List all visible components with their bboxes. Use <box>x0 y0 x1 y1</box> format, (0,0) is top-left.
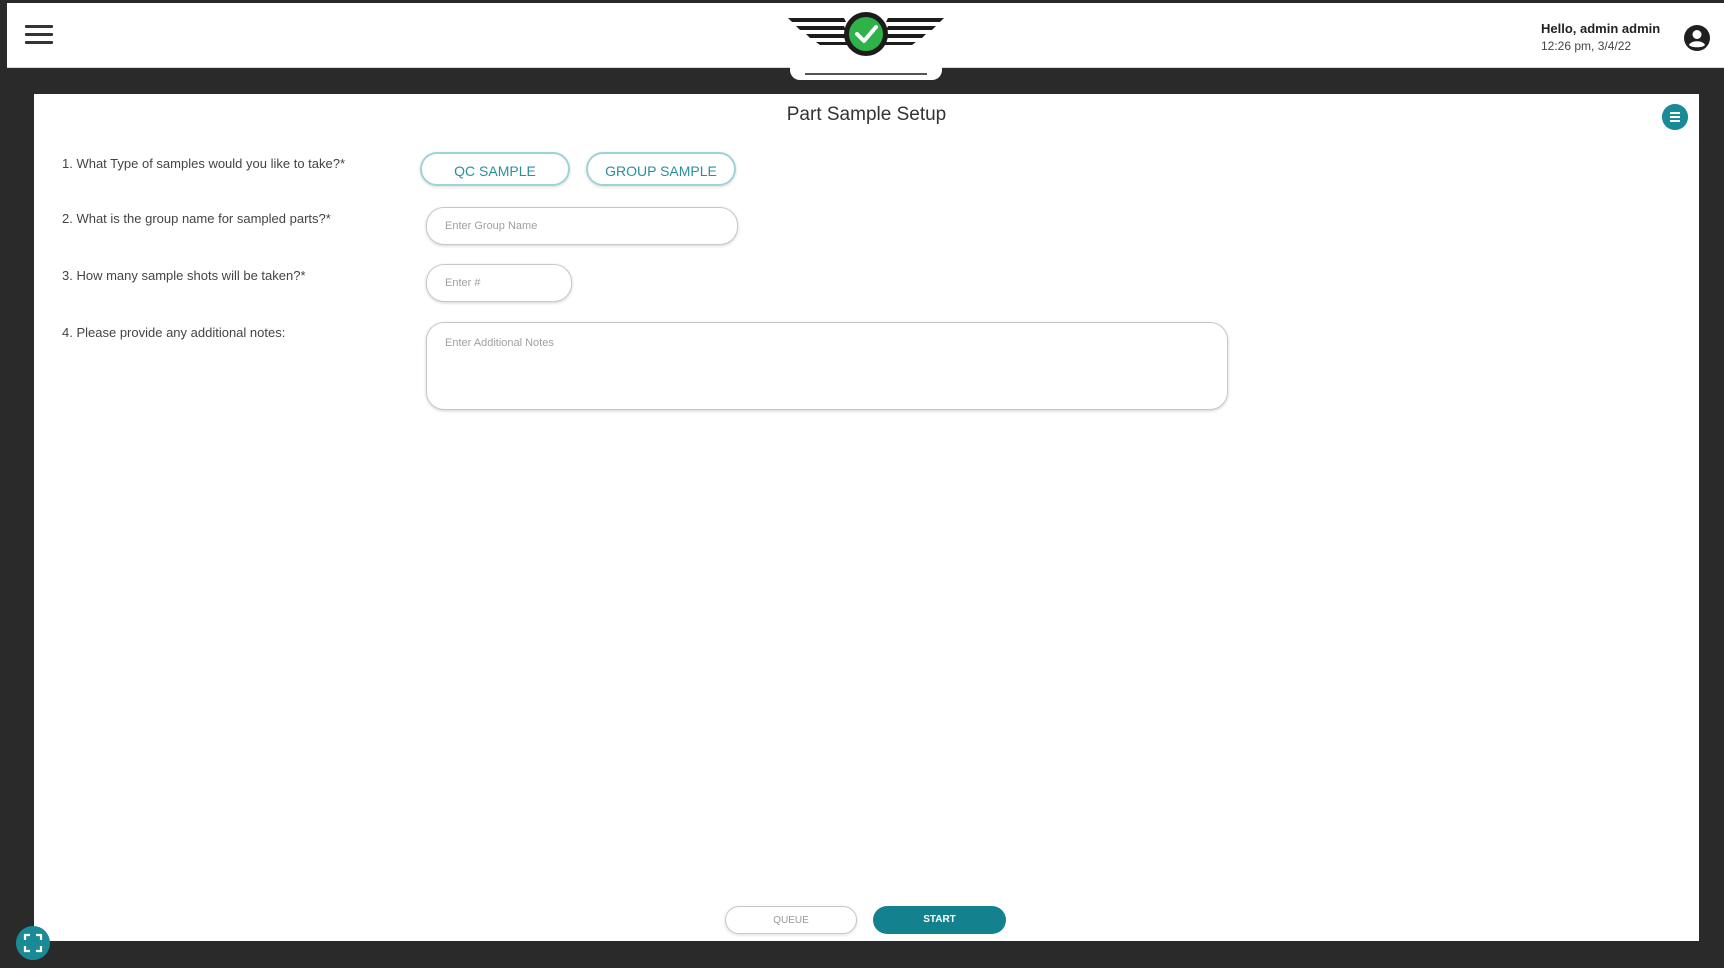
main-panel: Part Sample Setup 1. What Type of sample… <box>34 94 1699 941</box>
additional-notes-textarea[interactable] <box>426 322 1228 410</box>
app-frame: Hello, admin admin 12:26 pm, 3/4/22 Part… <box>0 0 1724 968</box>
qc-sample-button[interactable]: QC SAMPLE <box>420 152 570 186</box>
group-name-input[interactable] <box>426 207 738 245</box>
question-4-label: 4. Please provide any additional notes: <box>62 325 286 340</box>
start-button[interactable]: START <box>873 906 1006 934</box>
queue-button[interactable]: QUEUE <box>725 906 857 934</box>
list-icon[interactable] <box>1662 104 1688 130</box>
timestamp: 12:26 pm, 3/4/22 <box>1541 39 1632 53</box>
user-info: Hello, admin admin 12:26 pm, 3/4/22 <box>1541 21 1660 53</box>
user-greeting: Hello, admin admin <box>1541 21 1661 36</box>
hamburger-menu-icon[interactable] <box>25 25 53 49</box>
fullscreen-icon[interactable] <box>16 926 50 960</box>
winged-check-logo-icon <box>788 12 944 56</box>
page-title: Part Sample Setup <box>786 104 947 125</box>
account-circle-icon[interactable] <box>1682 23 1712 53</box>
question-1-label: 1. What Type of samples would you like t… <box>62 156 346 171</box>
question-2-label: 2. What is the group name for sampled pa… <box>62 211 331 226</box>
question-3-label: 3. How many sample shots will be taken?* <box>62 268 306 283</box>
logo-tab-divider <box>805 73 927 75</box>
group-sample-button[interactable]: GROUP SAMPLE <box>586 152 736 186</box>
sample-shots-input[interactable] <box>426 264 572 302</box>
